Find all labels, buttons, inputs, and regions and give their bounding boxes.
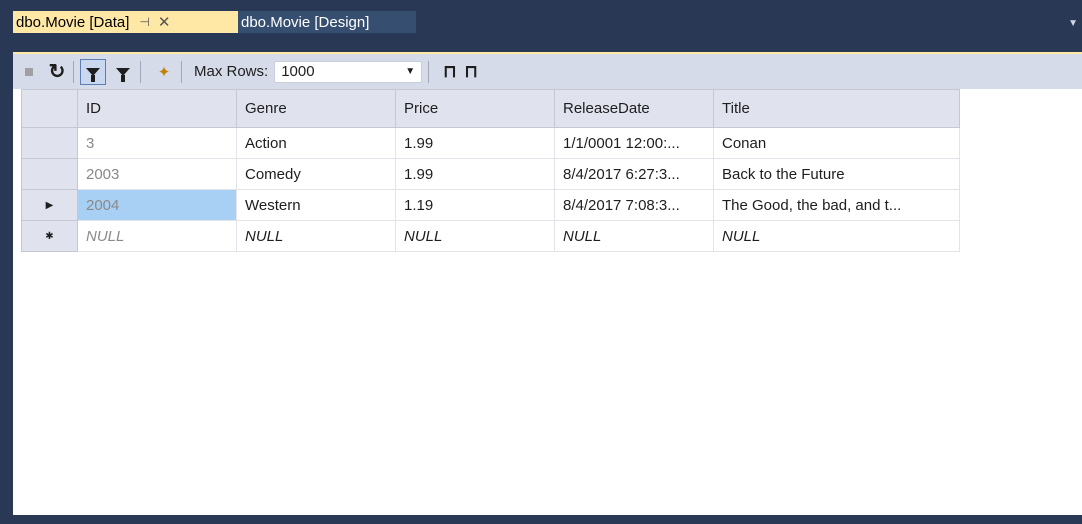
cell-title[interactable]: The Good, the bad, and t...	[713, 189, 960, 221]
apply-filter-button[interactable]	[80, 58, 106, 85]
row-header-new[interactable]: ✱	[21, 220, 78, 252]
max-rows-value: 1000	[281, 63, 315, 80]
cell-title[interactable]: Conan	[713, 127, 960, 159]
toolbar-separator	[428, 60, 430, 83]
column-header-genre[interactable]: Genre	[236, 89, 396, 128]
column-header-releasedate[interactable]: ReleaseDate	[554, 89, 714, 128]
column-header-id[interactable]: ID	[77, 89, 237, 128]
table-row: 3 Action 1.99 1/1/0001 12:00:... Conan	[21, 127, 960, 159]
tab-movie-design-label: dbo.Movie [Design]	[241, 13, 370, 31]
cell-genre[interactable]: Action	[236, 127, 396, 159]
row-header-current[interactable]: ▶	[21, 189, 78, 221]
pin-tab-icon[interactable]: ⊣	[139, 15, 149, 29]
cell-price[interactable]: 1.99	[395, 158, 555, 190]
data-toolbar: ↻ ✦ Max Rows: 1000 ▼ ⊓ ⊓	[13, 52, 1082, 89]
cell-price[interactable]: 1.19	[395, 189, 555, 221]
new-row-asterisk-icon: ✱	[45, 230, 54, 242]
cell-genre[interactable]: Western	[236, 189, 396, 221]
results-pane-alt-icon[interactable]: ⊓	[464, 62, 477, 82]
cell-releasedate-null[interactable]: NULL	[554, 220, 714, 252]
tab-movie-data-label: dbo.Movie [Data]	[16, 13, 130, 31]
cell-releasedate[interactable]: 8/4/2017 7:08:3...	[554, 189, 714, 221]
cell-id[interactable]: 3	[77, 127, 237, 159]
close-tab-icon[interactable]: ✕	[158, 13, 171, 31]
stop-icon[interactable]	[25, 67, 33, 76]
document-tab-bar: dbo.Movie [Data] ⊣ ✕ dbo.Movie [Design] …	[0, 0, 1082, 33]
cell-title[interactable]: Back to the Future	[713, 158, 960, 190]
tab-movie-data[interactable]: dbo.Movie [Data] ⊣ ✕	[13, 11, 238, 33]
cell-price-null[interactable]: NULL	[395, 220, 555, 252]
column-header-price[interactable]: Price	[395, 89, 555, 128]
corner-header[interactable]	[21, 89, 78, 128]
data-grid: ID Genre Price ReleaseDate Title 3 Actio…	[21, 89, 960, 252]
tab-movie-design[interactable]: dbo.Movie [Design]	[238, 11, 416, 33]
cell-genre[interactable]: Comedy	[236, 158, 396, 190]
filter-icon[interactable]	[112, 61, 134, 83]
toolbar-separator	[73, 60, 74, 83]
max-rows-label: Max Rows:	[194, 63, 269, 80]
cell-releasedate[interactable]: 1/1/0001 12:00:...	[554, 127, 714, 159]
results-pane-icon[interactable]: ⊓	[443, 62, 456, 82]
header-row: ID Genre Price ReleaseDate Title	[21, 89, 960, 128]
cell-genre-null[interactable]: NULL	[236, 220, 396, 252]
filter-icon	[86, 67, 100, 82]
refresh-icon[interactable]: ↻	[47, 62, 67, 82]
toolbar-separator	[181, 60, 182, 83]
cell-id-selected[interactable]: 2004	[77, 189, 237, 221]
cell-id-null[interactable]: NULL	[77, 220, 237, 252]
tab-overflow-chevron-icon[interactable]: ▼	[1068, 18, 1078, 29]
cell-releasedate[interactable]: 8/4/2017 6:27:3...	[554, 158, 714, 190]
toolbar-separator	[140, 60, 141, 83]
table-row-current: ▶ 2004 Western 1.19 8/4/2017 7:08:3... T…	[21, 189, 960, 221]
table-row: 2003 Comedy 1.99 8/4/2017 6:27:3... Back…	[21, 158, 960, 190]
data-grid-area: ID Genre Price ReleaseDate Title 3 Actio…	[13, 89, 1082, 515]
cell-title-null[interactable]: NULL	[713, 220, 960, 252]
row-header[interactable]	[21, 127, 78, 159]
current-row-arrow-icon: ▶	[45, 199, 54, 211]
chevron-down-icon: ▼	[405, 66, 416, 77]
script-wand-icon[interactable]: ✦	[153, 61, 175, 83]
bottom-scroll-bar[interactable]	[0, 515, 1082, 524]
row-header[interactable]	[21, 158, 78, 190]
table-row-new: ✱ NULL NULL NULL NULL NULL	[21, 220, 960, 252]
cell-id[interactable]: 2003	[77, 158, 237, 190]
max-rows-select[interactable]: 1000 ▼	[274, 60, 423, 83]
column-header-title[interactable]: Title	[713, 89, 960, 128]
cell-price[interactable]: 1.99	[395, 127, 555, 159]
